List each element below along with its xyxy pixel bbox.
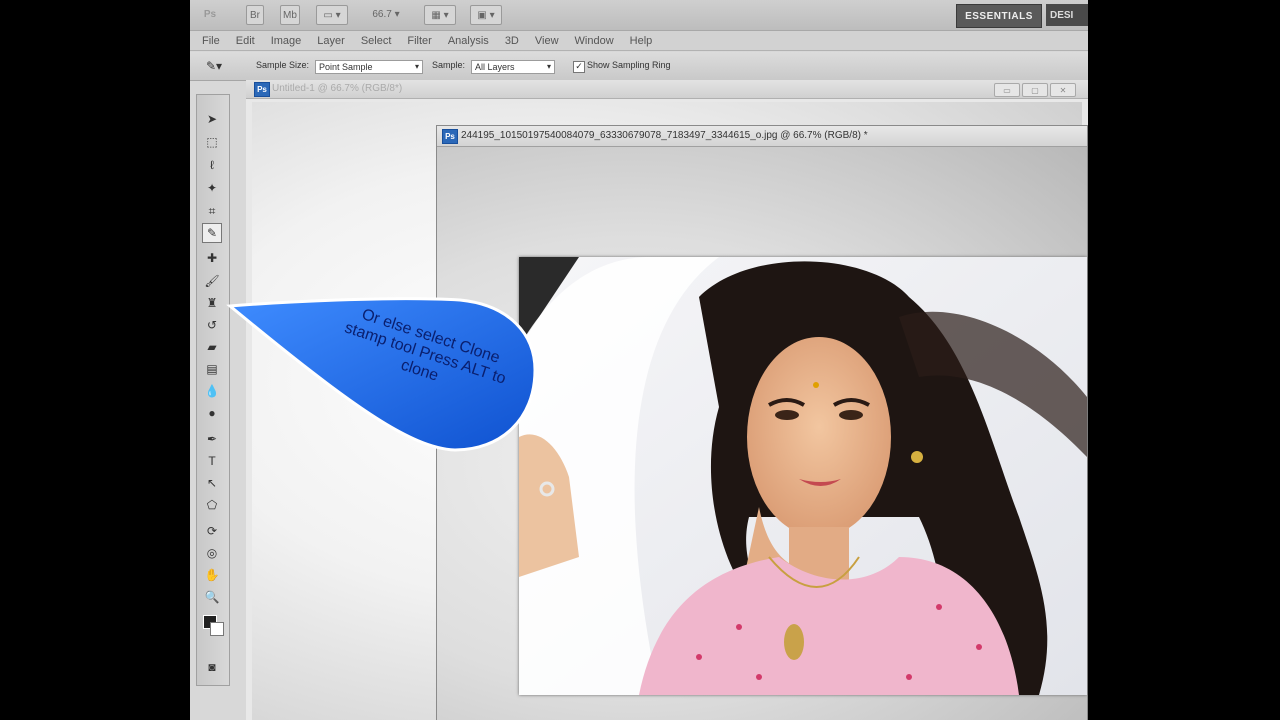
path-select-tool-icon[interactable]: ↖: [202, 473, 222, 493]
sample-size-select[interactable]: Point Sample ▾: [315, 60, 423, 74]
brush-tool-icon[interactable]: 🖌: [202, 271, 222, 291]
document-area: Ps Untitled-1 @ 66.7% (RGB/8*) ▭ ▢ ✕ Ps …: [246, 80, 1088, 720]
ps-document-icon: Ps: [442, 129, 458, 144]
photoshop-window: Ps Br Mb ▭ ▾ 66.7 ▾ ▦ ▾ ▣ ▾ ESSENTIALS D…: [190, 0, 1088, 720]
workspace-essentials-button[interactable]: ESSENTIALS: [956, 4, 1042, 28]
zoom-tool-icon[interactable]: 🔍: [202, 587, 222, 607]
eyedropper-preset-icon[interactable]: ✎▾: [204, 56, 224, 76]
sample-size-value: Point Sample: [319, 62, 373, 72]
photo-image[interactable]: [519, 257, 1087, 695]
zoom-value: 66.7: [372, 8, 392, 20]
menu-select[interactable]: Select: [361, 35, 392, 47]
lasso-tool-icon[interactable]: ℓ: [202, 155, 222, 175]
bridge-icon[interactable]: Br: [246, 5, 264, 25]
zoom-level[interactable]: 66.7 ▾: [366, 5, 406, 23]
document-window-photo: Ps 244195_10150197540084079_63330679078_…: [436, 125, 1088, 720]
menu-help[interactable]: Help: [630, 35, 653, 47]
chevron-down-icon: ▾: [546, 62, 551, 71]
sample-size-label: Sample Size:: [256, 60, 310, 70]
application-bar: Ps Br Mb ▭ ▾ 66.7 ▾ ▦ ▾ ▣ ▾ ESSENTIALS D…: [190, 0, 1088, 31]
pen-tool-icon[interactable]: ✒: [202, 429, 222, 449]
eyedropper-tool-icon[interactable]: ✎: [202, 223, 222, 243]
portrait-photo: [519, 257, 1087, 695]
tools-panel: ➤ ⬚ ℓ ✦ ⌗ ✎ ✚ 🖌 ♜ ↺ ▰ ▤ 💧 ● ✒ T ↖ ⬠ ⟳ ◎ …: [196, 94, 230, 686]
document-tab-photo[interactable]: Ps 244195_10150197540084079_63330679078_…: [437, 126, 1087, 147]
healing-brush-tool-icon[interactable]: ✚: [202, 248, 222, 268]
menu-layer[interactable]: Layer: [317, 35, 345, 47]
background-color-swatch[interactable]: [210, 622, 224, 636]
sample-value: All Layers: [475, 62, 515, 72]
mini-bridge-icon[interactable]: Mb: [280, 5, 300, 25]
document-title-photo: 244195_10150197540084079_63330679078_718…: [461, 130, 868, 141]
hand-tool-icon[interactable]: ✋: [202, 565, 222, 585]
blur-tool-icon[interactable]: 💧: [202, 381, 222, 401]
view-extras-icon[interactable]: ▭ ▾: [316, 5, 348, 25]
move-tool-icon[interactable]: ➤: [202, 109, 222, 129]
crop-tool-icon[interactable]: ⌗: [202, 201, 222, 221]
3d-orbit-tool-icon[interactable]: ◎: [202, 543, 222, 563]
ps-logo-icon: Ps: [203, 8, 217, 20]
menu-edit[interactable]: Edit: [236, 35, 255, 47]
menu-3d[interactable]: 3D: [505, 35, 519, 47]
eraser-tool-icon[interactable]: ▰: [202, 337, 222, 357]
options-bar: ✎▾ Sample Size: Point Sample ▾ Sample: A…: [190, 52, 1088, 81]
shape-tool-icon[interactable]: ⬠: [202, 495, 222, 515]
restore-icon[interactable]: ▢: [1022, 83, 1048, 97]
show-sampling-ring-label: Show Sampling Ring: [587, 60, 671, 70]
arrange-documents-icon[interactable]: ▦ ▾: [424, 5, 456, 25]
screen-mode-icon[interactable]: ▣ ▾: [470, 5, 502, 25]
type-tool-icon[interactable]: T: [202, 451, 222, 471]
menu-filter[interactable]: Filter: [407, 35, 431, 47]
sample-label: Sample:: [432, 60, 466, 70]
canvas-photo[interactable]: [437, 147, 1087, 720]
menu-analysis[interactable]: Analysis: [448, 35, 489, 47]
sample-select[interactable]: All Layers ▾: [471, 60, 555, 74]
menu-bar: File Edit Image Layer Select Filter Anal…: [190, 31, 1088, 51]
3d-rotate-tool-icon[interactable]: ⟳: [202, 521, 222, 541]
dodge-tool-icon[interactable]: ●: [202, 403, 222, 423]
clone-stamp-tool-icon[interactable]: ♜: [202, 293, 222, 313]
chevron-down-icon: ▾: [414, 62, 419, 71]
menu-file[interactable]: File: [202, 35, 220, 47]
workspace-design-button[interactable]: DESI: [1046, 4, 1088, 26]
close-icon[interactable]: ✕: [1050, 83, 1076, 97]
menu-view[interactable]: View: [535, 35, 559, 47]
ps-document-icon: Ps: [254, 82, 270, 97]
menu-image[interactable]: Image: [271, 35, 302, 47]
gradient-tool-icon[interactable]: ▤: [202, 359, 222, 379]
quick-mask-icon[interactable]: ◙: [202, 657, 222, 677]
show-sampling-ring-checkbox[interactable]: ✓: [573, 61, 585, 73]
document-tab-untitled[interactable]: Ps Untitled-1 @ 66.7% (RGB/8*) ▭ ▢ ✕: [246, 80, 1088, 99]
marquee-tool-icon[interactable]: ⬚: [202, 132, 222, 152]
document-title-untitled: Untitled-1 @ 66.7% (RGB/8*): [272, 83, 403, 94]
minimize-icon[interactable]: ▭: [994, 83, 1020, 97]
history-brush-tool-icon[interactable]: ↺: [202, 315, 222, 335]
quick-select-tool-icon[interactable]: ✦: [202, 178, 222, 198]
menu-window[interactable]: Window: [575, 35, 614, 47]
